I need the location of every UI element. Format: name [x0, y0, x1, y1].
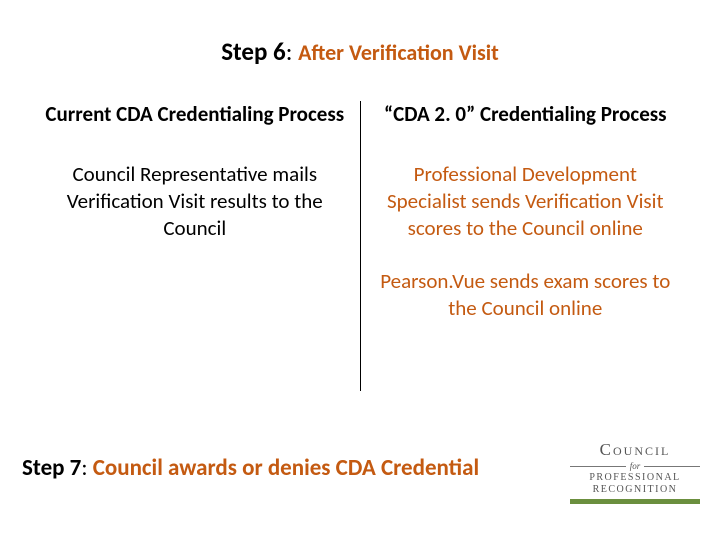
left-heading: Current CDA Credentialing Process	[44, 101, 346, 127]
step6-subtitle: After Verification Visit	[298, 39, 499, 66]
council-logo: Council for PROFESSIONAL RECOGNITION	[570, 440, 700, 504]
right-column: “CDA 2. 0” Credentialing Process Profess…	[361, 101, 691, 348]
right-heading: “CDA 2. 0” Credentialing Process	[375, 101, 677, 127]
logo-council-text: Council	[600, 440, 671, 460]
step7-label: Step 7	[22, 454, 81, 482]
step6-colon: :	[286, 36, 298, 67]
slide-title: Step 6: After Verification Visit	[20, 36, 700, 67]
logo-recognition: RECOGNITION	[593, 484, 678, 495]
logo-for-row: for	[570, 461, 700, 471]
logo-line-right	[644, 466, 700, 467]
left-body: Council Representative mails Verificatio…	[44, 161, 346, 242]
left-column: Current CDA Credentialing Process Counci…	[30, 101, 360, 268]
logo-bar	[570, 499, 700, 504]
step7-colon: :	[81, 454, 92, 482]
step6-label: Step 6	[221, 36, 286, 67]
logo-professional: PROFESSIONAL	[589, 472, 680, 483]
logo-for-text: for	[630, 461, 641, 471]
comparison-columns: Current CDA Credentialing Process Counci…	[30, 101, 690, 391]
step7-line: Step 7: Council awards or denies CDA Cre…	[22, 454, 582, 482]
right-body-2: Pearson.Vue sends exam scores to the Cou…	[375, 268, 677, 322]
slide: Step 6: After Verification Visit Current…	[0, 0, 720, 540]
logo-line-left	[570, 466, 626, 467]
step7-text: Council awards or denies CDA Credential	[93, 454, 479, 482]
right-body-1: Professional Development Specialist send…	[375, 161, 677, 242]
